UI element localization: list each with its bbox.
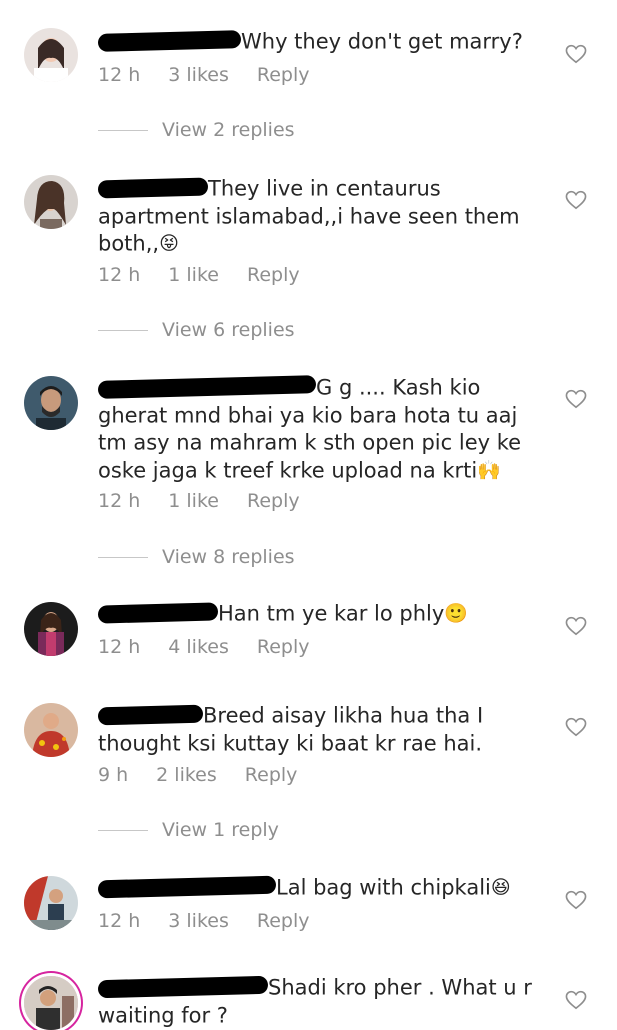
- heart-icon[interactable]: [565, 890, 587, 910]
- comment-time: 12 h: [98, 910, 141, 932]
- reply-button[interactable]: Reply: [257, 910, 310, 932]
- reply-button[interactable]: Reply: [247, 264, 300, 286]
- comment-time: 12 h: [98, 490, 141, 512]
- divider: [98, 129, 148, 131]
- avatar[interactable]: [24, 602, 78, 656]
- heart-icon[interactable]: [565, 990, 587, 1010]
- view-replies-button[interactable]: View 8 replies: [98, 545, 295, 569]
- avatar[interactable]: [24, 28, 78, 82]
- redacted-username: [97, 704, 204, 726]
- comment-text: Shadi kro pher . What u r waiting for ?: [97, 975, 539, 1027]
- redacted-username: [97, 375, 317, 399]
- comment-text: Lal bag with chipkali😆: [97, 874, 538, 902]
- reply-button[interactable]: Reply: [247, 490, 300, 512]
- redacted-username: [97, 975, 269, 999]
- divider: [98, 329, 148, 331]
- comment-meta: 12 h 3 likes Reply: [98, 910, 338, 932]
- comment-time: 12 h: [98, 636, 141, 658]
- like-count[interactable]: 1 like: [168, 264, 219, 286]
- like-count[interactable]: 4 likes: [168, 636, 229, 658]
- emoji: 🙌: [477, 459, 501, 481]
- reply-button[interactable]: Reply: [245, 764, 298, 786]
- heart-icon[interactable]: [565, 616, 587, 636]
- like-count[interactable]: 2 likes: [156, 764, 217, 786]
- comment-meta: 12 h 3 likes Reply: [98, 64, 338, 86]
- heart-icon[interactable]: [565, 389, 587, 409]
- like-count[interactable]: 1 like: [168, 490, 219, 512]
- reply-button[interactable]: Reply: [257, 636, 310, 658]
- redacted-username: [97, 177, 209, 199]
- comment-meta: 12 h 1 like Reply: [98, 490, 328, 512]
- avatar[interactable]: [24, 703, 78, 757]
- avatar[interactable]: [24, 876, 78, 930]
- comment-text: Han tm ye kar lo phly🙂: [97, 600, 538, 628]
- comment-time: 12 h: [98, 264, 141, 286]
- view-replies-button[interactable]: View 6 replies: [98, 318, 295, 342]
- like-count[interactable]: 3 likes: [168, 910, 229, 932]
- divider: [98, 556, 148, 558]
- comment-list: Why they don't get marry? 12 h 3 likes Rep…: [0, 0, 617, 1030]
- comment-text: Why they don't get marry?: [97, 28, 538, 56]
- emoji: 🙂: [444, 602, 468, 625]
- comment-meta: 12 h 1 like Reply: [98, 264, 328, 286]
- emoji: 😆: [490, 876, 511, 899]
- reply-button[interactable]: Reply: [257, 64, 310, 86]
- comment-text: They live in centaurus apartment islamab…: [97, 176, 527, 256]
- redacted-username: [97, 30, 242, 52]
- view-replies-button[interactable]: View 1 reply: [98, 818, 279, 842]
- comment-meta: 12 h 4 likes Reply: [98, 636, 338, 658]
- divider: [98, 829, 148, 831]
- like-count[interactable]: 3 likes: [168, 64, 229, 86]
- heart-icon[interactable]: [565, 44, 587, 64]
- comment-time: 12 h: [98, 64, 141, 86]
- comment-meta: 9 h 2 likes Reply: [98, 764, 325, 786]
- comment-time: 9 h: [98, 764, 129, 786]
- redacted-username: [97, 602, 219, 624]
- emoji: 😝: [159, 232, 179, 255]
- heart-icon[interactable]: [565, 190, 587, 210]
- avatar[interactable]: [24, 175, 78, 229]
- comment-text: Breed aisay likha hua tha I thought ksi …: [97, 703, 490, 755]
- view-replies-button[interactable]: View 2 replies: [98, 118, 295, 142]
- avatar[interactable]: [24, 976, 78, 1030]
- comment-text: G g .... Kash kio gherat mnd bhai ya kio…: [97, 375, 528, 482]
- heart-icon[interactable]: [565, 717, 587, 737]
- redacted-username: [97, 875, 277, 899]
- avatar[interactable]: [24, 376, 78, 430]
